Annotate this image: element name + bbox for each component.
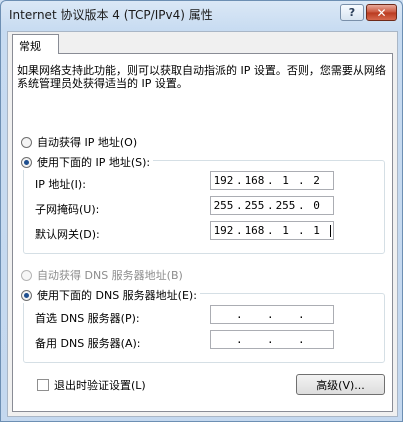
dialog-client-area: 常规 如果网络支持此功能，则可以获取自动指派的 IP 设置。否则，您需要从网络系… — [7, 31, 398, 417]
general-tab-panel: 如果网络支持此功能，则可以获取自动指派的 IP 设置。否则，您需要从网络系统管理… — [12, 53, 393, 412]
default-gateway-label: 默认网关(D): — [35, 228, 100, 241]
octet: 1 — [282, 224, 289, 237]
help-button[interactable]: ? — [340, 4, 364, 21]
auto-ip-radio[interactable]: 自动获得 IP 地址(O) — [21, 134, 137, 150]
manual-ip-radio[interactable]: 使用下面的 IP 地址(S): — [21, 154, 154, 170]
advanced-button[interactable]: 高级(V)... — [296, 374, 385, 395]
default-gateway-input[interactable]: 192. 168. 1. 1 — [210, 221, 334, 240]
auto-ip-label: 自动获得 IP 地址(O) — [37, 136, 138, 149]
tab-general[interactable]: 常规 — [12, 34, 59, 54]
manual-ip-label: 使用下面的 IP 地址(S): — [37, 156, 151, 169]
dot-sep: . — [267, 308, 274, 321]
octet: 255 — [213, 199, 234, 212]
radio-selected-icon — [21, 156, 32, 168]
validate-on-exit-label: 退出时验证设置(L) — [54, 379, 146, 392]
dot-sep: . — [298, 333, 305, 346]
ip-address-input[interactable]: 192. 168. 1. 2 — [210, 171, 334, 190]
subnet-mask-input[interactable]: 255. 255. 255. 0 — [210, 196, 334, 215]
octet: 168 — [244, 224, 265, 237]
validate-on-exit-checkbox[interactable]: 退出时验证设置(L) — [37, 377, 146, 393]
radio-icon — [21, 269, 32, 281]
octet: 255 — [275, 199, 296, 212]
ipv4-properties-dialog: Internet 协议版本 4 (TCP/IPv4) 属性 ? ✕ 常规 如果网… — [0, 0, 403, 422]
intro-text: 如果网络支持此功能，则可以获取自动指派的 IP 设置。否则，您需要从网络系统管理… — [17, 64, 386, 90]
octet: 1 — [282, 174, 289, 187]
subnet-mask-label: 子网掩码(U): — [35, 203, 100, 216]
auto-dns-label: 自动获得 DNS 服务器地址(B) — [37, 269, 183, 282]
octet: 168 — [244, 174, 265, 187]
radio-selected-icon — [21, 289, 32, 301]
checkbox-icon — [37, 379, 49, 391]
preferred-dns-label: 首选 DNS 服务器(P): — [35, 312, 140, 325]
dot-sep: . — [267, 333, 274, 346]
close-icon: ✕ — [376, 5, 387, 20]
dot-sep: . — [298, 308, 305, 321]
ip-address-label: IP 地址(I): — [35, 178, 86, 191]
alternate-dns-input[interactable]: . . . — [210, 330, 334, 349]
octet: 0 — [313, 199, 320, 212]
octet: 255 — [244, 199, 265, 212]
auto-dns-radio[interactable]: 自动获得 DNS 服务器地址(B) — [21, 267, 183, 283]
close-button[interactable]: ✕ — [366, 4, 397, 21]
manual-dns-group — [23, 293, 385, 363]
text-caret — [330, 224, 331, 237]
alternate-dns-label: 备用 DNS 服务器(A): — [35, 337, 141, 350]
preferred-dns-input[interactable]: . . . — [210, 305, 334, 324]
octet: 1 — [313, 224, 320, 237]
radio-icon — [21, 136, 32, 148]
dot-sep: . — [236, 308, 243, 321]
manual-dns-radio[interactable]: 使用下面的 DNS 服务器地址(E): — [21, 287, 200, 303]
octet: 192 — [213, 224, 234, 237]
manual-dns-label: 使用下面的 DNS 服务器地址(E): — [37, 289, 197, 302]
help-icon: ? — [348, 6, 356, 19]
title-bar: Internet 协议版本 4 (TCP/IPv4) 属性 ? ✕ — [1, 1, 402, 27]
octet: 192 — [213, 174, 234, 187]
dot-sep: . — [236, 333, 243, 346]
window-title: Internet 协议版本 4 (TCP/IPv4) 属性 — [9, 8, 213, 22]
octet: 2 — [313, 174, 320, 187]
